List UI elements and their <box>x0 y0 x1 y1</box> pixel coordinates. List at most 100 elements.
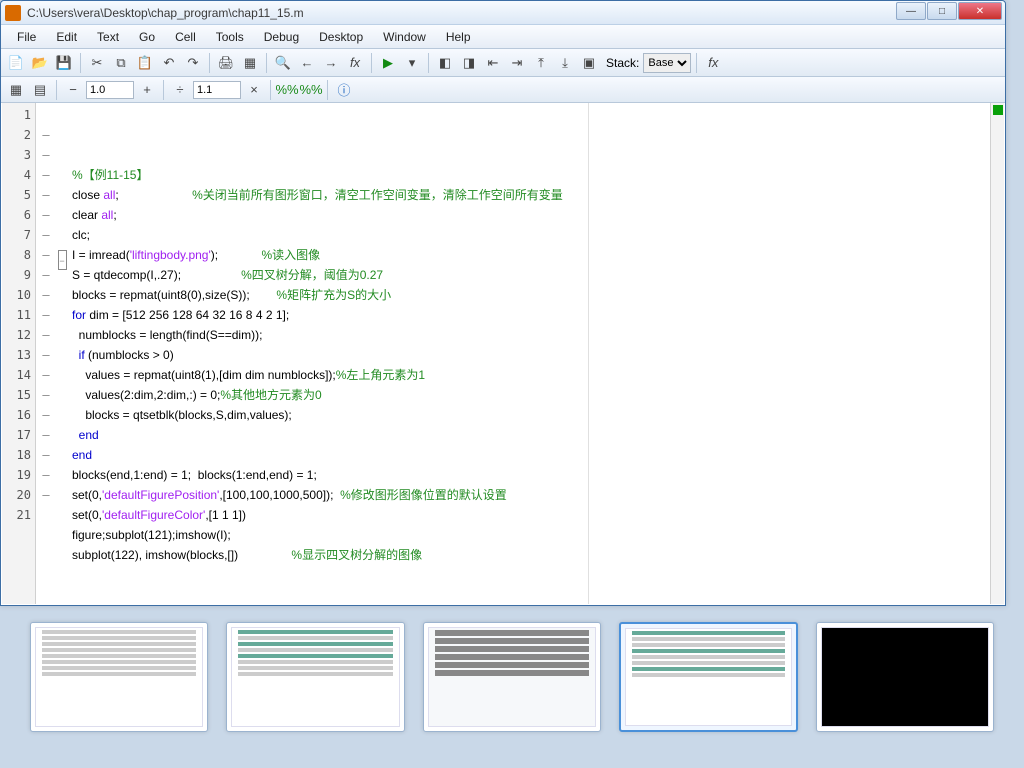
line-number[interactable]: 12 <box>2 325 31 345</box>
stop-icon[interactable]: ▣ <box>578 52 600 74</box>
redo-icon[interactable]: ↷ <box>182 52 204 74</box>
fx-icon[interactable]: fx <box>702 52 724 74</box>
breakpoint-set-icon[interactable]: ◧ <box>434 52 456 74</box>
menu-edit[interactable]: Edit <box>46 27 87 47</box>
line-number[interactable]: 4 <box>2 165 31 185</box>
breakpoint-clear-icon[interactable]: ◨ <box>458 52 480 74</box>
line-number[interactable]: 7 <box>2 225 31 245</box>
menu-cell[interactable]: Cell <box>165 27 206 47</box>
step-icon[interactable]: ⇥ <box>506 52 528 74</box>
copy-icon[interactable]: ⧉ <box>110 52 132 74</box>
line-number[interactable]: 1 <box>2 105 31 125</box>
run-cell-icon[interactable]: %% <box>276 79 298 101</box>
thumbnail-window-2[interactable] <box>226 622 404 732</box>
code-line[interactable]: if (numblocks > 0) <box>72 345 1004 365</box>
continue-icon[interactable]: ⤓ <box>554 52 576 74</box>
line-number-gutter[interactable]: 123456789101112131415161718192021 <box>2 103 36 604</box>
line-number[interactable]: 3 <box>2 145 31 165</box>
line-number[interactable]: 8 <box>2 245 31 265</box>
info-icon[interactable]: ⓘ <box>333 79 355 101</box>
forward-icon[interactable]: → <box>320 52 342 74</box>
times-icon[interactable]: × <box>243 79 265 101</box>
line-number[interactable]: 14 <box>2 365 31 385</box>
divide-icon[interactable]: ÷ <box>169 79 191 101</box>
menu-help[interactable]: Help <box>436 27 481 47</box>
find-icon[interactable]: 🔍 <box>272 52 294 74</box>
cell-eval2-icon[interactable]: ▤ <box>29 79 51 101</box>
code-line[interactable]: end <box>72 445 1004 465</box>
stack-select[interactable]: Base <box>643 53 691 73</box>
function-icon[interactable]: fx <box>344 52 366 74</box>
run-icon[interactable]: ▶ <box>377 52 399 74</box>
new-file-icon[interactable]: 📄 <box>5 52 27 74</box>
menu-debug[interactable]: Debug <box>254 27 309 47</box>
line-number[interactable]: 11 <box>2 305 31 325</box>
save-icon[interactable]: 💾 <box>53 52 75 74</box>
code-line[interactable]: I = imread('liftingbody.png'); %读入图像 <box>72 245 1004 265</box>
code-line[interactable]: clear all; <box>72 205 1004 225</box>
line-number[interactable]: 18 <box>2 445 31 465</box>
thumbnail-window-4[interactable] <box>619 622 797 732</box>
zoom-a-input[interactable] <box>86 81 134 99</box>
menu-text[interactable]: Text <box>87 27 129 47</box>
code-line[interactable] <box>72 565 1004 585</box>
line-number[interactable]: 19 <box>2 465 31 485</box>
run-advance-icon[interactable]: %% <box>300 79 322 101</box>
line-number[interactable]: 2 <box>2 125 31 145</box>
fold-column[interactable]: − <box>56 103 68 604</box>
line-number[interactable]: 20 <box>2 485 31 505</box>
breakpoint-column[interactable]: ——————————————————— <box>36 103 56 604</box>
menu-desktop[interactable]: Desktop <box>309 27 373 47</box>
line-number[interactable]: 16 <box>2 405 31 425</box>
line-number[interactable]: 21 <box>2 505 31 525</box>
stepout-icon[interactable]: ⤒ <box>530 52 552 74</box>
code-line[interactable]: for dim = [512 256 128 64 32 16 8 4 2 1]… <box>72 305 1004 325</box>
undo-icon[interactable]: ↶ <box>158 52 180 74</box>
thumbnail-window-5[interactable] <box>816 622 994 732</box>
line-number[interactable]: 13 <box>2 345 31 365</box>
line-number[interactable]: 6 <box>2 205 31 225</box>
code-line[interactable]: subplot(122), imshow(blocks,[]) %显示四叉树分解… <box>72 545 1004 565</box>
preview-icon[interactable]: ▦ <box>239 52 261 74</box>
line-number[interactable]: 15 <box>2 385 31 405</box>
code-line[interactable]: values = repmat(uint8(1),[dim dim numblo… <box>72 365 1004 385</box>
cell-eval-icon[interactable]: ▦ <box>5 79 27 101</box>
line-number[interactable]: 5 <box>2 185 31 205</box>
editor-pane[interactable]: 123456789101112131415161718192021 ——————… <box>2 103 1004 604</box>
code-line[interactable]: blocks = qtsetblk(blocks,S,dim,values); <box>72 405 1004 425</box>
code-line[interactable]: %【例11-15】 <box>72 165 1004 185</box>
open-file-icon[interactable]: 📂 <box>29 52 51 74</box>
message-strip[interactable] <box>990 103 1004 604</box>
plus-icon[interactable]: + <box>136 79 158 101</box>
code-line[interactable]: figure;subplot(121);imshow(I); <box>72 525 1004 545</box>
thumbnail-window-1[interactable] <box>30 622 208 732</box>
run-dropdown-icon[interactable]: ▾ <box>401 52 423 74</box>
menu-window[interactable]: Window <box>373 27 436 47</box>
menu-go[interactable]: Go <box>129 27 165 47</box>
menu-file[interactable]: File <box>7 27 46 47</box>
code-line[interactable]: S = qtdecomp(I,.27); %四叉树分解，阈值为0.27 <box>72 265 1004 285</box>
paste-icon[interactable]: 📋 <box>134 52 156 74</box>
code-line[interactable]: blocks = repmat(uint8(0),size(S)); %矩阵扩充… <box>72 285 1004 305</box>
code-line[interactable]: close all; %关闭当前所有图形窗口，清空工作空间变量，清除工作空间所有… <box>72 185 1004 205</box>
stepin-icon[interactable]: ⇤ <box>482 52 504 74</box>
fold-toggle[interactable]: − <box>56 250 68 270</box>
print-icon[interactable]: 🖨 <box>215 52 237 74</box>
back-icon[interactable]: ← <box>296 52 318 74</box>
maximize-button[interactable]: □ <box>927 2 957 20</box>
code-line[interactable]: clc; <box>72 225 1004 245</box>
minus-icon[interactable]: − <box>62 79 84 101</box>
line-number[interactable]: 10 <box>2 285 31 305</box>
line-number[interactable]: 9 <box>2 265 31 285</box>
title-bar[interactable]: C:\Users\vera\Desktop\chap_program\chap1… <box>1 1 1005 25</box>
code-area[interactable]: %【例11-15】close all; %关闭当前所有图形窗口，清空工作空间变量… <box>68 103 1004 604</box>
minimize-button[interactable]: — <box>896 2 926 20</box>
thumbnail-window-3[interactable] <box>423 622 601 732</box>
code-line[interactable]: blocks(end,1:end) = 1; blocks(1:end,end)… <box>72 465 1004 485</box>
close-button[interactable]: ✕ <box>958 2 1002 20</box>
code-line[interactable]: end <box>72 425 1004 445</box>
menu-tools[interactable]: Tools <box>206 27 254 47</box>
code-line[interactable]: values(2:dim,2:dim,:) = 0;%其他地方元素为0 <box>72 385 1004 405</box>
cut-icon[interactable]: ✂ <box>86 52 108 74</box>
code-line[interactable]: set(0,'defaultFigurePosition',[100,100,1… <box>72 485 1004 505</box>
